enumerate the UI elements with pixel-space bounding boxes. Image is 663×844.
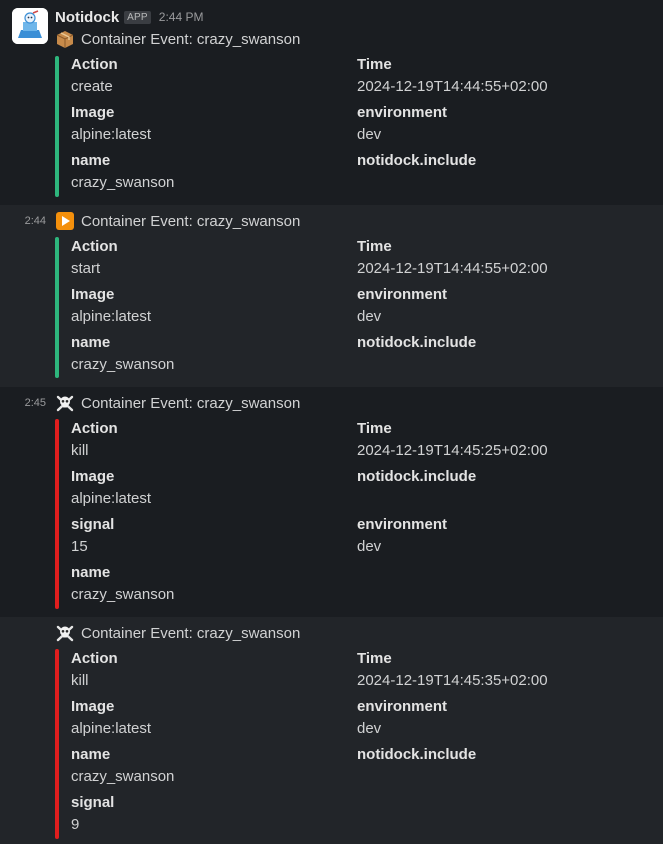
skull-crossbones-icon [56, 625, 74, 642]
message-3: Container Event: crazy_swanson Action kil… [0, 617, 663, 844]
field-action: Action start [71, 238, 118, 277]
hover-timestamp[interactable]: 2:45 [0, 397, 46, 409]
attachment-bar-red [55, 419, 59, 609]
field-action: Action kill [71, 650, 118, 689]
sender-name[interactable]: Notidock [55, 9, 119, 26]
field-image: Image alpine:latest [71, 104, 152, 143]
field-environment: environment dev [357, 104, 448, 143]
field-time: Time 2024-12-19T14:45:35+02:00 [357, 650, 548, 689]
field-signal: signal 15 [71, 516, 115, 555]
skull-crossbones-icon [56, 395, 74, 412]
event-title: Container Event: crazy_swanson [55, 211, 300, 231]
attachment-bar-green [55, 56, 59, 197]
field-image: Image alpine:latest [71, 468, 152, 507]
hover-timestamp[interactable]: 2:44 [0, 215, 46, 227]
app-badge: APP [124, 10, 151, 24]
notidock-avatar[interactable] [12, 8, 48, 44]
message-1: 2:44 Container Event: crazy_swanson Acti… [0, 205, 663, 387]
event-title: Container Event: crazy_swanson [55, 393, 300, 413]
field-environment: environment dev [357, 286, 448, 325]
field-name: name crazy_swanson [71, 152, 175, 191]
field-notidock-include: notidock.include [357, 152, 477, 169]
attachment-bar-green [55, 237, 59, 378]
notidock-logo-icon [12, 8, 48, 44]
event-title-text: Container Event: crazy_swanson [81, 30, 301, 48]
field-environment: environment dev [357, 698, 448, 737]
field-notidock-include: notidock.include [357, 468, 477, 485]
field-signal: signal 9 [71, 794, 115, 833]
field-action: Action create [71, 56, 118, 95]
event-title: Container Event: crazy_swanson [55, 623, 300, 643]
event-title: Container Event: crazy_swanson [55, 29, 300, 49]
attachment-bar-red [55, 649, 59, 839]
message-2: 2:45 Container Event: crazy_swanson Acti… [0, 387, 663, 617]
message-timestamp[interactable]: 2:44 PM [159, 10, 204, 24]
field-image: Image alpine:latest [71, 286, 152, 325]
field-environment: environment dev [357, 516, 448, 555]
field-time: Time 2024-12-19T14:44:55+02:00 [357, 56, 548, 95]
package-icon [56, 31, 74, 48]
message-header: Notidock APP 2:44 PM [55, 7, 204, 27]
field-notidock-include: notidock.include [357, 746, 477, 763]
field-action: Action kill [71, 420, 118, 459]
field-notidock-include: notidock.include [357, 334, 477, 351]
event-title-text: Container Event: crazy_swanson [81, 394, 301, 412]
field-time: Time 2024-12-19T14:45:25+02:00 [357, 420, 548, 459]
message-0: Notidock APP 2:44 PM Container Event: cr… [0, 0, 663, 205]
field-name: name crazy_swanson [71, 746, 175, 785]
event-title-text: Container Event: crazy_swanson [81, 212, 301, 230]
field-image: Image alpine:latest [71, 698, 152, 737]
field-name: name crazy_swanson [71, 334, 175, 373]
field-name: name crazy_swanson [71, 564, 175, 603]
event-title-text: Container Event: crazy_swanson [81, 624, 301, 642]
play-icon [56, 212, 74, 230]
field-time: Time 2024-12-19T14:44:55+02:00 [357, 238, 548, 277]
